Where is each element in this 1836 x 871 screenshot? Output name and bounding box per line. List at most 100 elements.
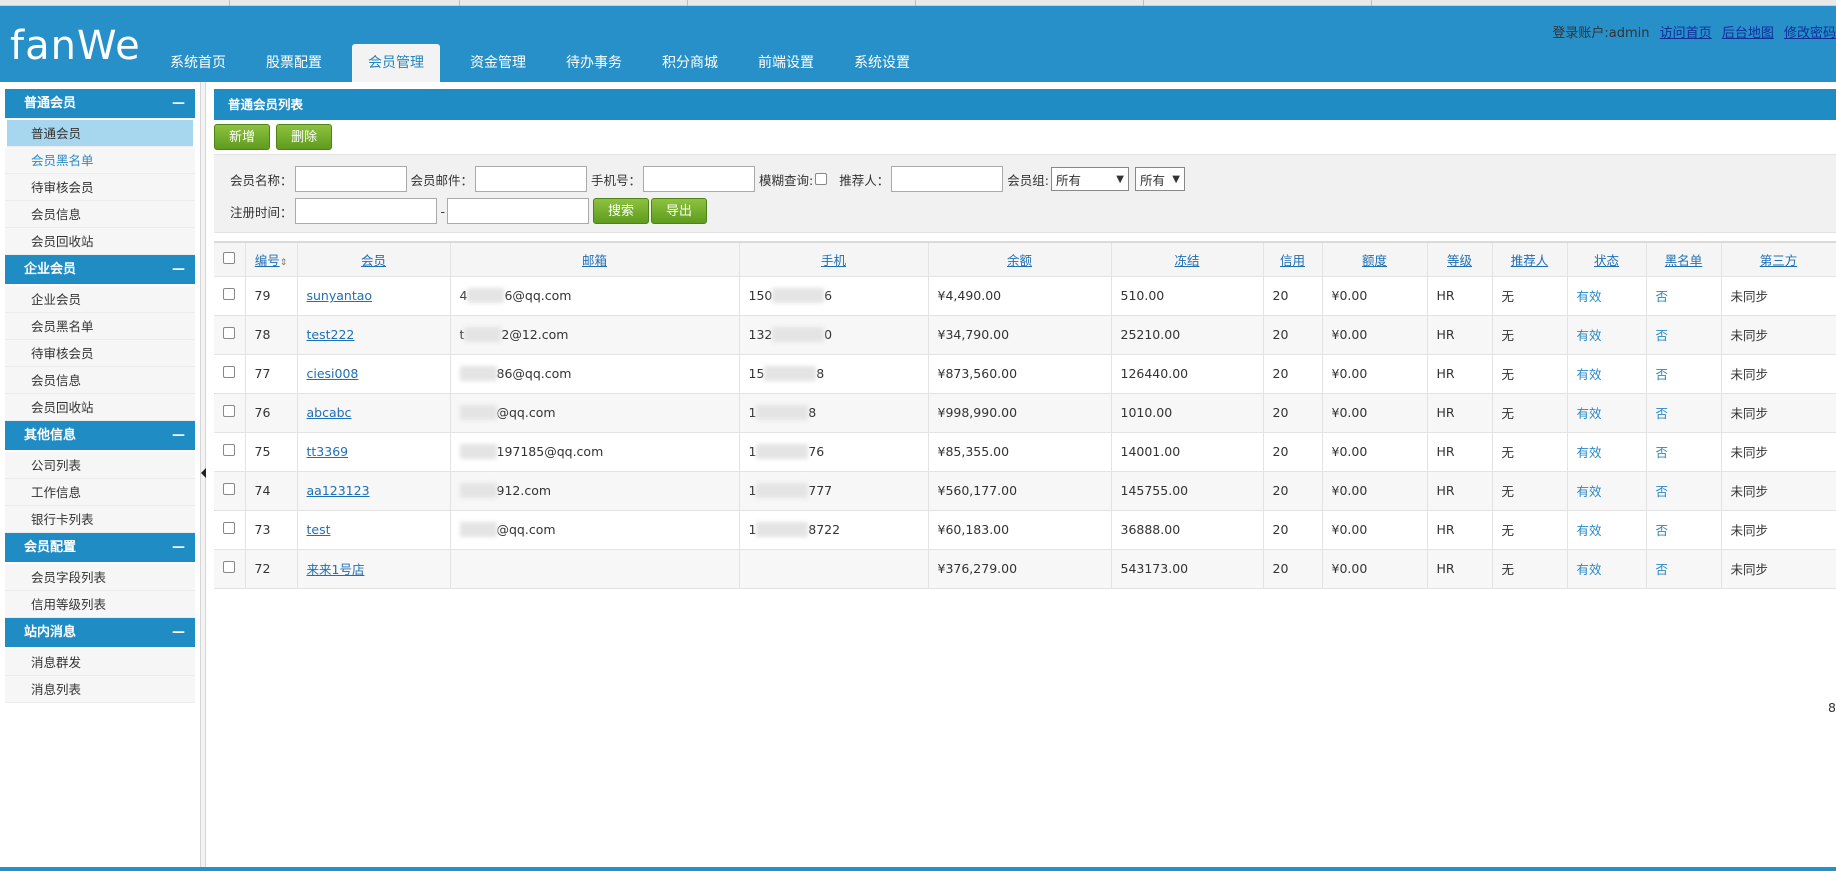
reg-start-input[interactable]	[294, 198, 437, 224]
member-name-input[interactable]	[294, 166, 407, 192]
level-select[interactable]: 所有 ▼	[1135, 167, 1185, 191]
status-toggle-link[interactable]: 有效	[1577, 289, 1602, 304]
member-link[interactable]: ciesi008	[307, 366, 359, 381]
select-all-checkbox[interactable]	[223, 251, 236, 264]
collapse-icon[interactable]: —	[172, 533, 185, 562]
blacklist-toggle-link[interactable]: 否	[1656, 562, 1669, 577]
row-checkbox[interactable]	[223, 561, 236, 573]
sidebar-item-pending[interactable]: 待审核会员	[5, 340, 195, 367]
sidebar-item-bank-cards[interactable]: 银行卡列表	[5, 506, 195, 533]
status-toggle-link[interactable]: 有效	[1577, 367, 1602, 382]
collapse-arrow-icon[interactable]	[201, 468, 206, 478]
member-link[interactable]: 来来1号店	[307, 562, 365, 577]
sidebar-item-broadcast[interactable]: 消息群发	[5, 649, 195, 676]
sort-blacklist-link[interactable]: 黑名单	[1665, 253, 1703, 268]
member-link[interactable]: test222	[307, 327, 355, 342]
sort-status-link[interactable]: 状态	[1594, 253, 1619, 268]
status-toggle-link[interactable]: 有效	[1577, 523, 1602, 538]
member-link[interactable]: abcabc	[307, 405, 352, 420]
visit-home-link[interactable]: 访问首页	[1660, 26, 1712, 41]
nav-points-mall[interactable]: 积分商城	[642, 44, 738, 82]
change-password-link[interactable]: 修改密码	[1784, 26, 1836, 41]
search-button[interactable]: 搜索	[593, 198, 650, 224]
member-link[interactable]: sunyantao	[307, 288, 373, 303]
member-link[interactable]: tt3369	[307, 444, 349, 459]
sidebar-item-pending[interactable]: 待审核会员	[5, 174, 195, 201]
fuzzy-query-checkbox[interactable]	[815, 173, 828, 185]
sidebar-group-title[interactable]: 站内消息 —	[5, 618, 195, 647]
delete-button[interactable]: 删除	[276, 124, 333, 150]
member-email-input[interactable]	[475, 166, 588, 192]
sidebar-item-recycle[interactable]: 会员回收站	[5, 394, 195, 421]
sidebar-item-credit-levels[interactable]: 信用等级列表	[5, 591, 195, 618]
collapse-icon[interactable]: —	[172, 421, 185, 450]
sort-member-link[interactable]: 会员	[361, 253, 386, 268]
referrer-input[interactable]	[891, 166, 1004, 192]
collapse-icon[interactable]: —	[172, 89, 185, 118]
phone-input[interactable]	[643, 166, 756, 192]
member-link[interactable]: aa123123	[307, 483, 370, 498]
nav-stock-config[interactable]: 股票配置	[246, 44, 342, 82]
sidebar-group-title[interactable]: 普通会员 —	[5, 89, 195, 118]
status-toggle-link[interactable]: 有效	[1577, 562, 1602, 577]
row-select	[214, 549, 246, 589]
status-toggle-link[interactable]: 有效	[1577, 406, 1602, 421]
reg-end-input[interactable]	[447, 198, 590, 224]
sort-credit-link[interactable]: 信用	[1280, 253, 1305, 268]
sort-email-link[interactable]: 邮箱	[582, 253, 607, 268]
sidebar-item-recycle[interactable]: 会员回收站	[5, 228, 195, 255]
nav-member-management[interactable]: 会员管理	[352, 44, 440, 82]
sidebar-item-member-info[interactable]: 会员信息	[5, 367, 195, 394]
sidebar-item-enterprise-members[interactable]: 企业会员	[5, 286, 195, 313]
blacklist-toggle-link[interactable]: 否	[1656, 523, 1669, 538]
nav-system-settings[interactable]: 系统设置	[834, 44, 930, 82]
nav-system-home[interactable]: 系统首页	[150, 44, 246, 82]
admin-map-link[interactable]: 后台地图	[1722, 26, 1774, 41]
sort-third-party-link[interactable]: 第三方	[1760, 253, 1798, 268]
sidebar-item-blacklist[interactable]: 会员黑名单	[5, 147, 195, 174]
blacklist-toggle-link[interactable]: 否	[1656, 484, 1669, 499]
status-toggle-link[interactable]: 有效	[1577, 484, 1602, 499]
row-checkbox[interactable]	[223, 483, 236, 495]
sidebar-item-job-info[interactable]: 工作信息	[5, 479, 195, 506]
sort-phone-link[interactable]: 手机	[821, 253, 846, 268]
member-link[interactable]: test	[307, 522, 331, 537]
blacklist-toggle-link[interactable]: 否	[1656, 367, 1669, 382]
blacklist-toggle-link[interactable]: 否	[1656, 445, 1669, 460]
status-toggle-link[interactable]: 有效	[1577, 445, 1602, 460]
sidebar-item-member-info[interactable]: 会员信息	[5, 201, 195, 228]
sidebar-item-blacklist[interactable]: 会员黑名单	[5, 313, 195, 340]
collapse-icon[interactable]: —	[172, 618, 185, 647]
sidebar-item-regular-members[interactable]: 普通会员	[7, 120, 193, 147]
sort-balance-link[interactable]: 余额	[1007, 253, 1032, 268]
sort-id-link[interactable]: 编号	[255, 253, 280, 268]
collapse-icon[interactable]: —	[172, 255, 185, 284]
row-checkbox[interactable]	[223, 288, 236, 300]
add-button[interactable]: 新增	[214, 124, 271, 150]
nav-fund-management[interactable]: 资金管理	[450, 44, 546, 82]
blacklist-toggle-link[interactable]: 否	[1656, 328, 1669, 343]
sidebar-group-title[interactable]: 会员配置 —	[5, 533, 195, 562]
nav-todo[interactable]: 待办事务	[546, 44, 642, 82]
sort-quota-link[interactable]: 额度	[1362, 253, 1387, 268]
member-group-select[interactable]: 所有 ▼	[1051, 167, 1129, 191]
sort-referrer-link[interactable]: 推荐人	[1511, 253, 1549, 268]
sort-frozen-link[interactable]: 冻结	[1174, 253, 1199, 268]
sidebar-group-title[interactable]: 其他信息 —	[5, 421, 195, 450]
sidebar-item-company-list[interactable]: 公司列表	[5, 452, 195, 479]
row-checkbox[interactable]	[223, 444, 236, 456]
sidebar-item-message-list[interactable]: 消息列表	[5, 676, 195, 703]
nav-frontend-settings[interactable]: 前端设置	[738, 44, 834, 82]
row-checkbox[interactable]	[223, 366, 236, 378]
blacklist-toggle-link[interactable]: 否	[1656, 289, 1669, 304]
sidebar-item-member-fields[interactable]: 会员字段列表	[5, 564, 195, 591]
export-button[interactable]: 导出	[651, 198, 708, 224]
status-toggle-link[interactable]: 有效	[1577, 328, 1602, 343]
blacklist-toggle-link[interactable]: 否	[1656, 406, 1669, 421]
cell-id: 78	[245, 315, 298, 355]
row-checkbox[interactable]	[223, 405, 236, 417]
row-checkbox[interactable]	[223, 327, 236, 339]
row-checkbox[interactable]	[223, 522, 236, 534]
sidebar-group-title[interactable]: 企业会员 —	[5, 255, 195, 284]
sort-level-link[interactable]: 等级	[1447, 253, 1472, 268]
